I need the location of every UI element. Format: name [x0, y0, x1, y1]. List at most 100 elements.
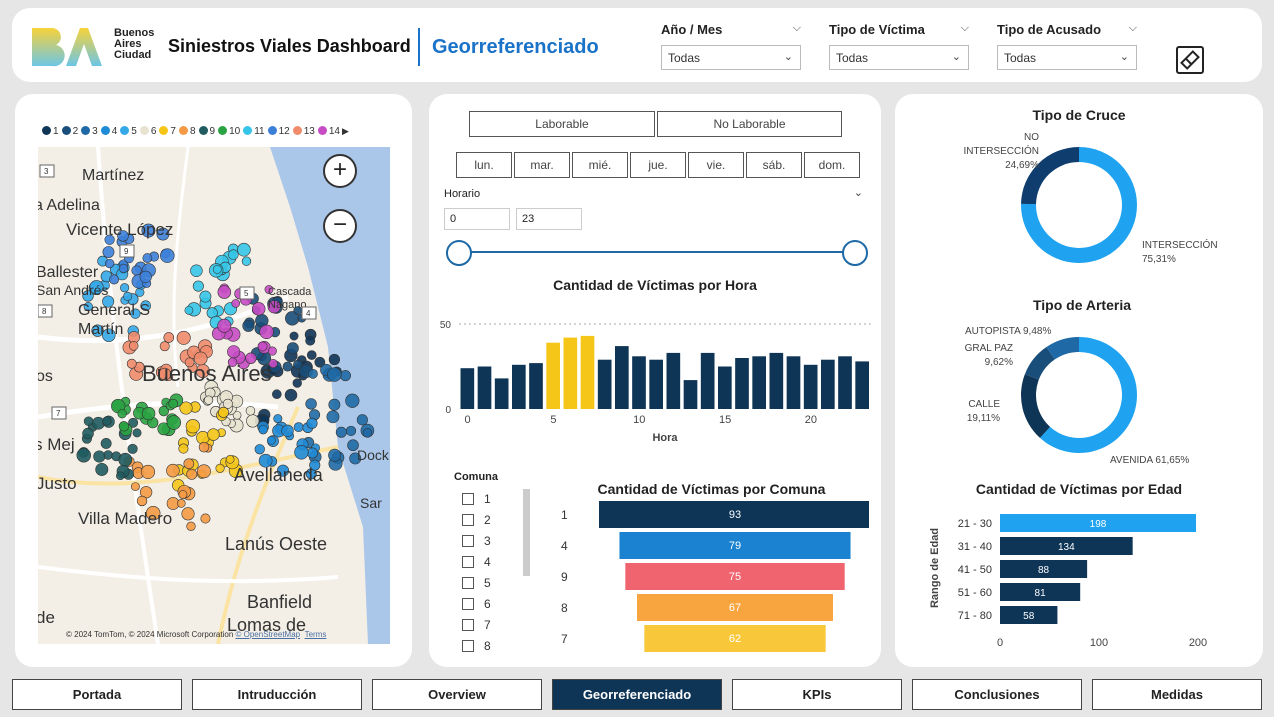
map-point[interactable]	[356, 414, 368, 426]
chevron-down-icon[interactable]: ⌵	[793, 22, 801, 35]
map-point[interactable]	[225, 455, 235, 464]
hour-bar[interactable]	[529, 363, 543, 409]
nav-tab-5[interactable]: Conclusiones	[912, 679, 1082, 710]
horario-min-input[interactable]: 0	[444, 208, 510, 230]
horario-slider-max-handle[interactable]	[842, 240, 868, 266]
map-point[interactable]	[199, 290, 212, 303]
map-point[interactable]	[184, 305, 194, 315]
terms-link[interactable]: Terms	[305, 630, 327, 639]
map-point[interactable]	[95, 462, 109, 476]
map-point[interactable]	[217, 406, 229, 418]
map-point[interactable]	[92, 416, 105, 430]
map-point[interactable]	[141, 406, 156, 421]
hour-bar[interactable]	[563, 337, 578, 409]
map-point[interactable]	[241, 256, 252, 266]
hour-bar[interactable]	[580, 335, 595, 409]
hour-bar[interactable]	[735, 358, 749, 409]
map-point[interactable]	[204, 395, 214, 405]
map-point[interactable]	[178, 490, 188, 500]
map-point[interactable]	[259, 324, 274, 340]
map-point[interactable]	[252, 302, 266, 316]
map-point[interactable]	[166, 415, 182, 430]
map-point[interactable]	[327, 367, 342, 382]
checkbox[interactable]	[462, 556, 474, 568]
checkbox[interactable]	[462, 598, 474, 610]
hour-bar[interactable]	[803, 364, 818, 409]
hour-bar[interactable]	[494, 378, 509, 409]
map-point[interactable]	[242, 319, 255, 332]
hour-bar[interactable]	[752, 356, 766, 409]
map-point[interactable]	[127, 443, 138, 454]
map-point[interactable]	[228, 249, 239, 260]
map-point[interactable]	[326, 410, 340, 424]
checkbox[interactable]	[462, 640, 474, 652]
map-point[interactable]	[117, 409, 127, 419]
comuna-checkbox-item[interactable]: 8	[462, 639, 491, 653]
map-point[interactable]	[306, 417, 318, 429]
weekday-button[interactable]: lun.	[456, 152, 512, 178]
map-point[interactable]	[132, 428, 142, 438]
map-point[interactable]	[289, 331, 299, 341]
map-point[interactable]	[198, 441, 210, 453]
map-point[interactable]	[178, 443, 189, 454]
slicer-dropdown[interactable]: Todas ⌄	[829, 45, 969, 70]
donut-slice[interactable]	[1021, 374, 1051, 438]
map-point[interactable]	[128, 341, 139, 351]
hour-bar[interactable]	[546, 342, 560, 409]
map-point[interactable]	[231, 299, 241, 308]
map-point[interactable]	[100, 438, 112, 449]
map-point[interactable]	[339, 370, 351, 382]
weekday-button[interactable]: dom.	[804, 152, 860, 178]
osm-link[interactable]: © OpenStreetMap	[236, 630, 301, 639]
hour-bar[interactable]	[477, 366, 492, 410]
map-point[interactable]	[186, 521, 196, 531]
hour-bar[interactable]	[855, 361, 869, 409]
map-point[interactable]	[185, 419, 201, 434]
map-point[interactable]	[82, 427, 94, 440]
map-point[interactable]	[159, 341, 170, 352]
map-point[interactable]	[186, 468, 198, 480]
map-point[interactable]	[306, 447, 318, 459]
map-point[interactable]	[118, 421, 130, 432]
map-point[interactable]	[120, 283, 130, 293]
map-point[interactable]	[245, 406, 256, 416]
hour-bar[interactable]	[769, 352, 784, 409]
weekday-button[interactable]: mar.	[514, 152, 570, 178]
map-point[interactable]	[335, 426, 347, 438]
checkbox[interactable]	[462, 619, 474, 631]
map-point[interactable]	[294, 445, 309, 460]
checkbox[interactable]	[462, 514, 474, 526]
map-point[interactable]	[200, 513, 211, 524]
nav-tab-3[interactable]: Georreferenciado	[552, 679, 722, 710]
nav-tab-4[interactable]: KPIs	[732, 679, 902, 710]
map-point[interactable]	[362, 428, 373, 438]
laborable-button[interactable]: Laborable	[469, 111, 655, 137]
legend-next-arrow-icon[interactable]: ▶	[342, 126, 349, 136]
hour-bar[interactable]	[700, 352, 715, 409]
comuna-checkbox-item[interactable]: 6	[462, 597, 491, 611]
checkbox[interactable]	[462, 577, 474, 589]
map-point[interactable]	[131, 482, 140, 491]
hour-bar[interactable]	[632, 356, 646, 409]
hour-bar[interactable]	[597, 359, 612, 409]
map-point[interactable]	[126, 358, 137, 369]
map-point[interactable]	[102, 246, 115, 258]
map-point[interactable]	[305, 335, 316, 346]
comuna-checkbox-item[interactable]: 2	[462, 513, 491, 527]
map-point[interactable]	[168, 398, 179, 409]
map-point[interactable]	[176, 330, 191, 345]
map-point[interactable]	[160, 248, 175, 263]
map-point[interactable]	[83, 416, 94, 427]
map-point[interactable]	[118, 452, 133, 467]
weekday-button[interactable]: sáb.	[746, 152, 802, 178]
map-point[interactable]	[306, 350, 317, 360]
nav-tab-6[interactable]: Medidas	[1092, 679, 1262, 710]
hour-bar[interactable]	[838, 356, 852, 409]
map-point[interactable]	[257, 341, 268, 352]
map-point[interactable]	[308, 368, 318, 379]
map-point[interactable]	[281, 424, 294, 437]
map-point[interactable]	[131, 265, 142, 276]
nav-tab-2[interactable]: Overview	[372, 679, 542, 710]
map-point[interactable]	[140, 464, 156, 479]
weekday-button[interactable]: vie.	[688, 152, 744, 178]
